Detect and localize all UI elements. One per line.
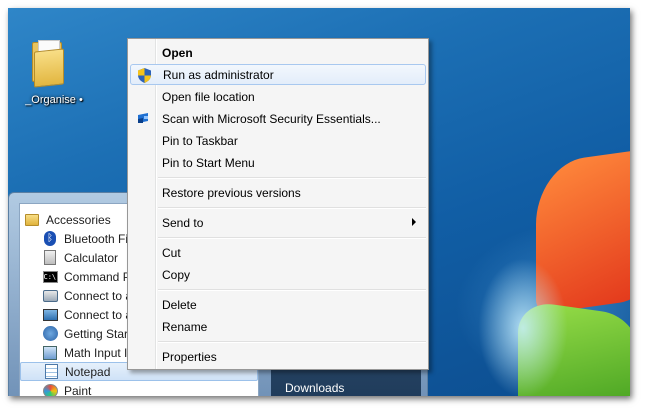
program-label: Accessories — [46, 212, 111, 227]
menu-item-label: Open file location — [162, 89, 255, 104]
menu-item-label: Properties — [162, 349, 217, 364]
bluetooth-icon: ᛒ — [42, 231, 58, 247]
menu-item-label: Scan with Microsoft Security Essentials.… — [162, 111, 381, 126]
projector-icon — [42, 307, 58, 323]
uac-shield-icon — [136, 67, 152, 83]
right-panel-downloads[interactable]: Downloads — [285, 381, 344, 395]
menu-separator — [158, 177, 426, 179]
folder-icon — [24, 212, 40, 228]
menu-item-label: Open — [162, 45, 193, 60]
calculator-icon — [42, 250, 58, 266]
menu-separator — [158, 237, 426, 239]
menu-item-run-as-administrator[interactable]: Run as administrator — [130, 64, 426, 85]
program-label: Paint — [64, 383, 92, 397]
security-essentials-icon — [135, 110, 151, 126]
screenshot: _Organise • Accessories ᛒ Bluetooth Fi C… — [8, 8, 630, 396]
getting-started-icon — [42, 326, 58, 342]
network-projector-icon — [42, 288, 58, 304]
desktop-folder[interactable]: _Organise • — [16, 36, 84, 116]
submenu-arrow-icon — [412, 218, 416, 226]
menu-item-label: Pin to Taskbar — [162, 133, 238, 148]
program-label: Command P — [64, 269, 131, 284]
menu-item-rename[interactable]: Rename — [130, 316, 426, 337]
desktop-folder-label: _Organise • — [25, 94, 83, 106]
math-input-icon — [42, 345, 58, 361]
folder-icon — [32, 40, 66, 88]
menu-item-open[interactable]: Open — [130, 42, 426, 63]
menu-item-label: Delete — [162, 297, 197, 312]
program-label: Getting Start — [64, 326, 132, 341]
menu-item-send-to[interactable]: Send to — [130, 212, 426, 233]
menu-item-label: Run as administrator — [163, 67, 274, 82]
program-label: Math Input I — [64, 345, 128, 360]
command-prompt-icon: C:\ — [42, 270, 58, 283]
menu-separator — [158, 207, 426, 209]
context-menu: Open Run as administrator Open file loca… — [127, 38, 429, 370]
menu-item-delete[interactable]: Delete — [130, 294, 426, 315]
paint-icon — [42, 383, 58, 396]
menu-item-copy[interactable]: Copy — [130, 264, 426, 285]
notepad-icon — [43, 364, 59, 380]
windows-logo-glow — [478, 258, 568, 396]
program-label: Connect to a — [64, 307, 133, 322]
menu-item-label: Pin to Start Menu — [162, 155, 255, 170]
menu-item-pin-to-start-menu[interactable]: Pin to Start Menu — [130, 152, 426, 173]
menu-separator — [158, 289, 426, 291]
program-paint[interactable]: Paint — [20, 381, 258, 396]
program-label: Calculator — [64, 250, 119, 265]
program-label: Bluetooth Fi — [64, 231, 129, 246]
menu-item-properties[interactable]: Properties — [130, 346, 426, 367]
menu-item-label: Rename — [162, 319, 208, 334]
program-label: Connect to a — [64, 288, 133, 303]
menu-item-label: Copy — [162, 267, 191, 282]
menu-item-cut[interactable]: Cut — [130, 242, 426, 263]
menu-item-open-file-location[interactable]: Open file location — [130, 86, 426, 107]
menu-item-label: Cut — [162, 245, 181, 260]
program-label: Notepad — [65, 364, 111, 379]
menu-item-pin-to-taskbar[interactable]: Pin to Taskbar — [130, 130, 426, 151]
menu-item-label: Send to — [162, 215, 204, 230]
menu-item-scan-mse[interactable]: Scan with Microsoft Security Essentials.… — [130, 108, 426, 129]
menu-separator — [158, 341, 426, 343]
menu-item-restore-previous-versions[interactable]: Restore previous versions — [130, 182, 426, 203]
menu-item-label: Restore previous versions — [162, 185, 301, 200]
